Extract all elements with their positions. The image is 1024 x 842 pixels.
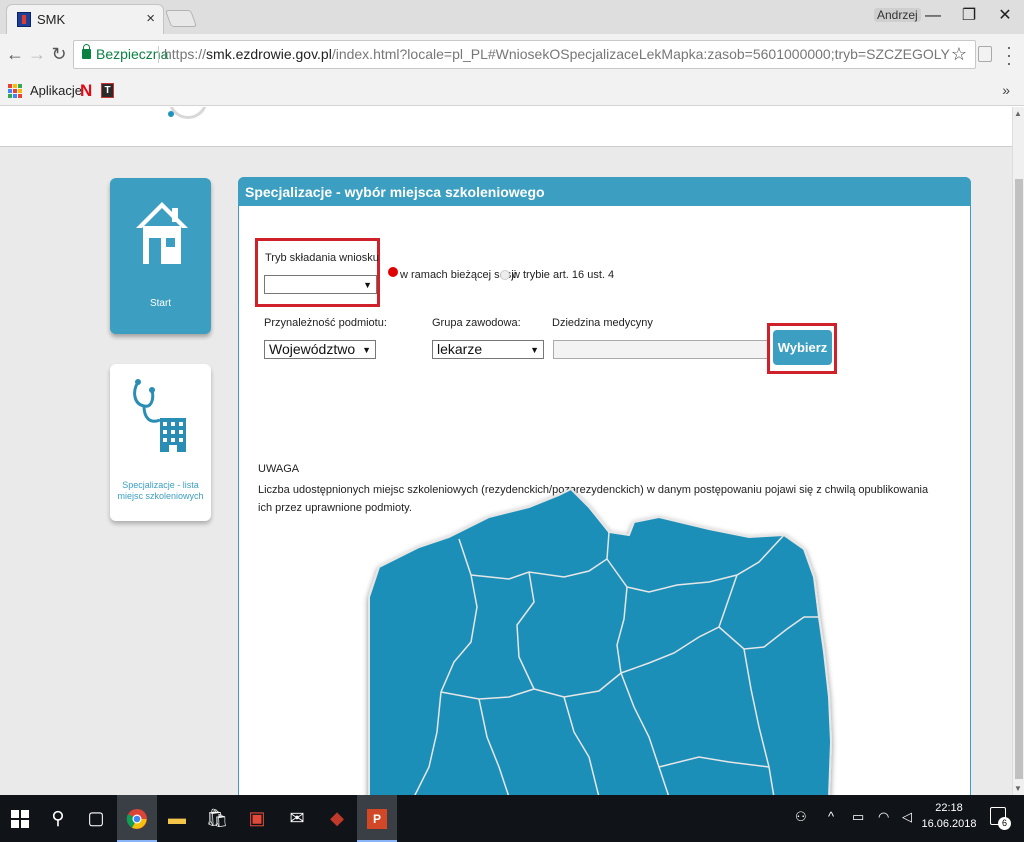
bookmarks-bar: Aplikacje N T » (0, 76, 1024, 106)
netflix-bookmark-icon[interactable]: N (80, 81, 92, 101)
tab-title: SMK (37, 12, 66, 27)
close-window-button[interactable]: ✕ (986, 0, 1024, 32)
windows-taskbar: ⚲ ▢ ▬ 🛍 ▣ ✉ ◆ P ⚇ ^ ▭ ◠ ◁ 22:18 16.06.20… (0, 795, 1024, 842)
training-places-tile-label: Specjalizacje - lista miejsc szkoleniowy… (117, 480, 204, 501)
start-tile-label: Start (149, 298, 172, 309)
address-separator (158, 46, 159, 63)
lock-icon (82, 44, 91, 59)
task-view-icon[interactable]: ▢ (76, 795, 116, 842)
stethoscope-hospital-icon (133, 379, 186, 452)
gift-app-icon[interactable]: ▣ (237, 795, 277, 842)
powerpoint-icon[interactable]: P (357, 795, 397, 842)
system-clock[interactable]: 22:18 16.06.2018 (918, 800, 980, 832)
clock-date: 16.06.2018 (921, 818, 977, 830)
url-text: https://smk.ezdrowie.gov.pl/index.html?l… (164, 41, 950, 68)
chrome-taskbar-icon[interactable] (117, 795, 157, 842)
browser-menu-icon[interactable]: · · · (1004, 38, 1014, 72)
scroll-up-icon[interactable]: ▲ (1014, 109, 1022, 118)
mail-icon[interactable]: ✉ (277, 795, 317, 842)
windows-start-icon[interactable] (0, 795, 40, 842)
highlight-mode-box (255, 238, 380, 307)
group-label: Grupa zawodowa: (432, 317, 521, 329)
new-tab-button[interactable] (164, 10, 198, 27)
file-explorer-icon[interactable]: ▬ (157, 795, 197, 842)
url-host: smk.ezdrowie.gov.pl (206, 46, 332, 62)
store-icon[interactable]: 🛍 (197, 795, 237, 842)
mode-label: Tryb składania wniosku (265, 252, 379, 264)
maximize-button[interactable]: ❐ (950, 0, 988, 32)
search-icon[interactable]: ⚲ (38, 795, 78, 842)
notification-count-badge: 6 (998, 817, 1011, 830)
extension-icon[interactable] (978, 46, 992, 62)
specialization-panel: Specjalizacje - wybór miejsca szkoleniow… (238, 177, 971, 795)
browser-tab[interactable]: SMK × (6, 4, 164, 34)
battery-icon[interactable]: ▭ (852, 809, 864, 825)
browser-toolbar: ← → ↻ Bezpieczna https://smk.ezdrowie.go… (0, 34, 1024, 76)
bookmark-icon[interactable]: T (101, 83, 114, 98)
radio-art16-label: w trybie art. 16 ust. 4 (512, 269, 615, 281)
site-header (0, 107, 1012, 147)
address-bar[interactable]: Bezpieczna https://smk.ezdrowie.gov.pl/i… (73, 40, 976, 69)
radio-current-session[interactable] (388, 267, 398, 277)
scroll-down-icon[interactable]: ▼ (1014, 784, 1022, 793)
wifi-icon[interactable]: ◠ (878, 809, 889, 825)
poland-map[interactable] (359, 467, 849, 795)
radio-art16[interactable] (500, 270, 510, 280)
home-icon (136, 202, 188, 264)
minimize-button[interactable]: — (914, 0, 952, 32)
entity-select[interactable]: Województwo (264, 340, 376, 359)
browser-titlebar: SMK × Andrzej — ❐ ✕ (0, 0, 1024, 34)
medical-field-input[interactable] (553, 340, 769, 359)
bookmark-star-icon[interactable]: ☆ (951, 41, 967, 68)
field-label: Dziedzina medycyny (552, 317, 653, 329)
group-select[interactable]: lekarze (432, 340, 544, 359)
tray-expand-icon[interactable]: ^ (828, 809, 834, 824)
clock-time: 22:18 (935, 802, 963, 814)
tab-close-icon[interactable]: × (146, 10, 155, 27)
apps-grid-icon[interactable] (8, 84, 22, 98)
forward-button[interactable]: → (26, 43, 48, 65)
back-button[interactable]: ← (4, 43, 26, 65)
note-title: UWAGA (258, 463, 300, 475)
more-bookmarks-icon[interactable]: » (1002, 82, 1010, 98)
mode-select[interactable] (264, 275, 377, 294)
panel-title: Specjalizacje - wybór miejsca szkoleniow… (238, 177, 971, 206)
choose-button[interactable]: Wybierz (773, 330, 832, 365)
volume-icon[interactable]: ◁ (902, 809, 912, 825)
scrollbar-thumb[interactable] (1015, 179, 1023, 779)
training-places-tile[interactable]: Specjalizacje - lista miejsc szkoleniowy… (110, 364, 211, 521)
entity-label: Przynależność podmiotu: (264, 317, 387, 329)
start-tile[interactable]: Start (110, 178, 211, 334)
people-icon[interactable]: ⚇ (795, 809, 807, 825)
page-scrollbar[interactable]: ▲ ▼ (1012, 107, 1024, 795)
page-viewport: Start Specjalizacje - lista miejsc szkol… (0, 107, 1024, 795)
url-scheme: https:// (164, 46, 207, 62)
game-app-icon[interactable]: ◆ (317, 795, 357, 842)
radio-current-session-label: w ramach bieżącej sesji (400, 269, 517, 281)
map-country-outline (368, 487, 833, 795)
apps-bookmark[interactable]: Aplikacje (30, 83, 82, 98)
reload-button[interactable]: ↻ (48, 43, 70, 65)
site-favicon-icon (17, 12, 31, 27)
url-path: /index.html?locale=pl_PL#WniosekOSpecjal… (331, 46, 950, 62)
site-logo (168, 107, 208, 119)
